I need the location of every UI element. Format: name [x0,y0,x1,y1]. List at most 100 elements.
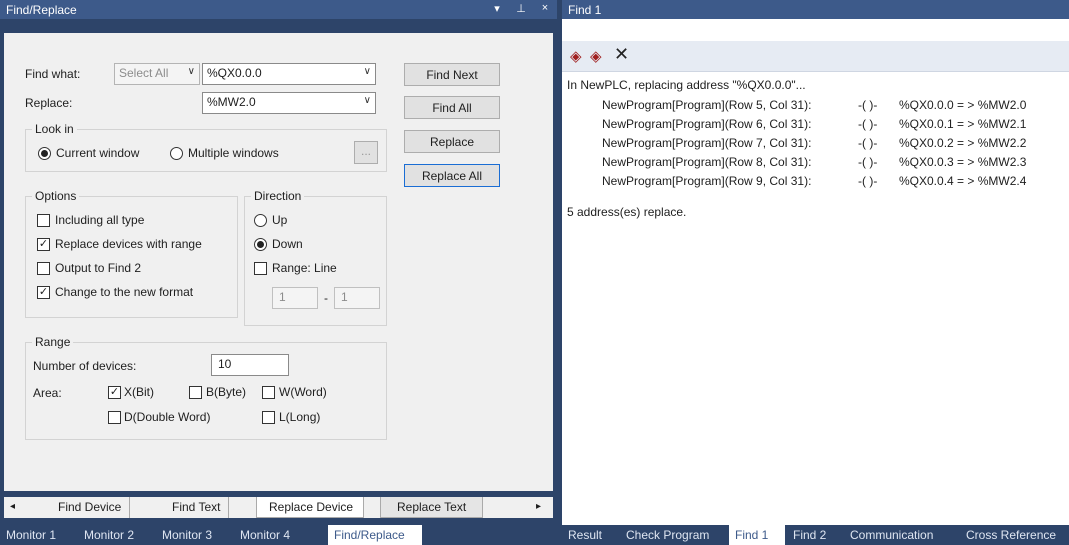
pane-menu-icon[interactable]: ▾ [490,2,504,15]
close-icon[interactable]: × [538,2,552,14]
range-from-input[interactable]: 1 [272,287,318,309]
tab-communication[interactable]: Communication [844,525,939,545]
l-long-checkbox[interactable] [262,411,275,424]
pin-icon[interactable]: ⊥ [514,2,528,15]
find-what-input[interactable]: %QX0.0.0 ∨ [202,63,376,85]
tab-result[interactable]: Result [562,525,608,545]
replace-value: %MW2.0 [207,95,256,109]
next-result-icon[interactable]: ◈ [590,47,602,65]
up-radio[interactable] [254,214,267,227]
replace-all-label: Replace All [421,169,483,183]
tab-find-device-label: Find Device [58,500,122,514]
find1-title: Find 1 [562,0,1069,19]
up-label: Up [272,213,288,227]
look-in-group: Look in Current window Multiple windows … [25,122,387,172]
scroll-left-icon[interactable]: ◂ [10,501,15,512]
range-group: Range Number of devices: 10 Area: ✓ X(Bi… [25,335,387,440]
look-in-title: Look in [32,122,77,136]
w-word-checkbox[interactable] [262,386,275,399]
change-new-format-checkbox[interactable]: ✓ [37,286,50,299]
d-dword-checkbox[interactable] [108,411,121,424]
tab-check-program-label: Check Program [626,528,710,542]
down-radio[interactable] [254,238,267,251]
find1-pane: Find 1 ◈ ◈ ✕ In NewPLC, replacing addres… [562,0,1069,545]
replace-devices-range-label: Replace devices with range [55,237,202,251]
result-row-sym: -( )- [858,136,878,150]
result-row-loc[interactable]: NewProgram[Program](Row 8, Col 31): [602,155,811,169]
range-line-label: Range: Line [272,261,337,275]
replace-devices-range-checkbox[interactable]: ✓ [37,238,50,251]
replace-button[interactable]: Replace [404,130,500,153]
tab-monitor-2-label: Monitor 2 [84,528,135,542]
tab-monitor-3-label: Monitor 3 [162,528,213,542]
options-group: Options Including all type ✓ Replace dev… [25,189,238,318]
tab-monitor-2[interactable]: Monitor 2 [78,525,140,545]
tab-find-2-label: Find 2 [793,528,827,542]
tab-find-1[interactable]: Find 1 [729,525,785,545]
replace-all-button[interactable]: Replace All [404,164,500,187]
pane-title-text: Find/Replace [6,3,77,17]
b-byte-label: B(Byte) [206,385,247,399]
find-all-button[interactable]: Find All [404,96,500,119]
scroll-right-icon[interactable]: ▸ [536,501,541,512]
range-line-checkbox[interactable] [254,262,267,275]
find-replace-body: Find what: Select All ∨ %QX0.0.0 ∨ Replace… [4,33,553,491]
tab-monitor-4-label: Monitor 4 [240,528,291,542]
output-find2-checkbox[interactable] [37,262,50,275]
including-all-type-checkbox[interactable] [37,214,50,227]
tab-monitor-1[interactable]: Monitor 1 [0,525,62,545]
multiple-windows-radio[interactable] [170,147,183,160]
range-to-input[interactable]: 1 [334,287,380,309]
find-what-label: Find what: [25,67,81,81]
num-devices-input[interactable]: 10 [211,354,289,376]
results-area: In NewPLC, replacing address "%QX0.0.0".… [562,72,1069,525]
tab-monitor-4[interactable]: Monitor 4 [234,525,296,545]
tab-replace-device[interactable]: Replace Device [256,497,365,518]
current-window-radio[interactable] [38,147,51,160]
tab-find-text[interactable]: Find Text [164,497,230,518]
result-row-change: %QX0.0.0 = > %MW2.0 [899,98,1027,112]
including-all-type-label: Including all type [55,213,145,227]
range-dash: - [324,291,328,305]
result-row-loc[interactable]: NewProgram[Program](Row 9, Col 31): [602,174,811,188]
tab-communication-label: Communication [850,528,934,542]
x-bit-label: X(Bit) [124,385,154,399]
find-next-button[interactable]: Find Next [404,63,500,86]
output-find2-label: Output to Find 2 [55,261,142,275]
clear-icon[interactable]: ✕ [614,44,629,65]
tab-result-label: Result [568,528,603,542]
result-row-loc[interactable]: NewProgram[Program](Row 5, Col 31): [602,98,811,112]
l-long-label: L(Long) [279,410,321,424]
tab-find-1-label: Find 1 [735,528,769,542]
area-label: Area: [33,386,62,400]
tab-replace-text[interactable]: Replace Text [380,497,484,518]
result-row-sym: -( )- [858,98,878,112]
x-bit-checkbox[interactable]: ✓ [108,386,121,399]
tab-monitor-3[interactable]: Monitor 3 [156,525,218,545]
tab-find-2[interactable]: Find 2 [787,525,832,545]
result-row-sym: -( )- [858,155,878,169]
down-label: Down [272,237,303,251]
prev-result-icon[interactable]: ◈ [570,47,582,65]
d-dword-label: D(Double Word) [124,410,211,424]
replace-input[interactable]: %MW2.0 ∨ [202,92,376,114]
tab-cross-reference[interactable]: Cross Reference [960,525,1062,545]
result-row-change: %QX0.0.3 = > %MW2.3 [899,155,1027,169]
result-row-loc[interactable]: NewProgram[Program](Row 7, Col 31): [602,136,811,150]
tab-replace-device-label: Replace Device [269,500,354,514]
browse-button[interactable]: ... [354,141,378,164]
result-row-sym: -( )- [858,117,878,131]
tab-find-device[interactable]: Find Device [50,497,131,518]
find-what-value: %QX0.0.0 [207,66,262,80]
result-row-loc[interactable]: NewProgram[Program](Row 6, Col 31): [602,117,811,131]
chevron-down-icon: ∨ [187,66,195,77]
chevron-down-icon: ∨ [363,66,371,77]
tab-check-program[interactable]: Check Program [620,525,715,545]
range-title: Range [32,335,74,349]
find-select-combo[interactable]: Select All ∨ [114,63,200,85]
tab-find-replace[interactable]: Find/Replace [328,525,422,545]
tab-monitor-1-label: Monitor 1 [6,528,57,542]
b-byte-checkbox[interactable] [189,386,202,399]
tab-replace-text-label: Replace Text [397,500,467,514]
left-bottom-tabs: Monitor 1 Monitor 2 Monitor 3 Monitor 4 … [0,525,557,545]
